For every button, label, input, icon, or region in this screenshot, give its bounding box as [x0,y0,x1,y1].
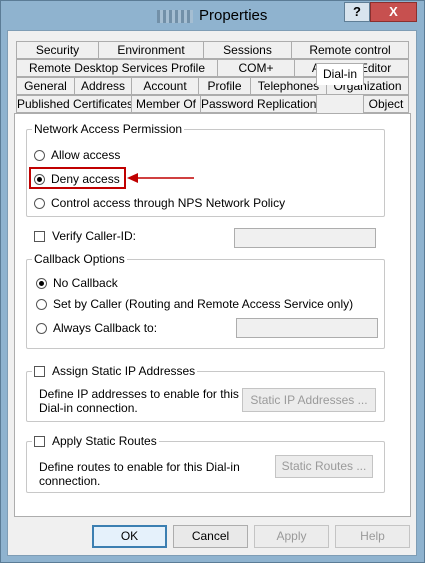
assign-static-ip-label: Assign Static IP Addresses [52,364,196,378]
network-access-legend: Network Access Permission [32,122,185,136]
static-routes-button[interactable]: Static Routes ... [275,455,373,478]
set-by-caller-label: Set by Caller (Routing and Remote Access… [53,297,354,311]
tab-security[interactable]: Security [16,41,99,59]
always-callback-option[interactable]: Always Callback to: [36,321,157,335]
help-title-button[interactable]: ? [344,2,370,22]
apply-static-routes-label: Apply Static Routes [52,434,157,448]
set-by-caller-radio[interactable] [36,298,47,310]
apply-button[interactable]: Apply [254,525,329,548]
tab-member-of[interactable]: Member Of [131,95,201,113]
no-callback-option[interactable]: No Callback [36,276,118,290]
always-callback-number-field[interactable] [236,318,378,338]
window-title: Properties [199,7,268,24]
close-button[interactable]: X [370,2,417,22]
apply-static-routes-option[interactable]: Apply Static Routes [32,434,159,448]
tab-password-replication[interactable]: Password Replication [200,95,317,113]
tab-remote-control[interactable]: Remote control [291,41,409,59]
tab-remote-desktop-services-profile[interactable]: Remote Desktop Services Profile [16,59,218,77]
title-bar[interactable]: Properties ? X [1,1,424,31]
help-button[interactable]: Help [335,525,410,548]
annotation-arrow-icon [127,173,194,183]
callback-options-legend: Callback Options [32,252,127,266]
no-callback-label: No Callback [53,276,118,290]
tab-address[interactable]: Address [74,77,132,95]
static-routes-description-line1: Define routes to enable for this Dial-in [39,460,240,474]
allow-access-radio[interactable] [34,149,45,161]
allow-access-label: Allow access [51,148,121,162]
static-ip-description-line2: Dial-in connection. [39,401,138,415]
tab-general[interactable]: General [16,77,75,95]
set-by-caller-option[interactable]: Set by Caller (Routing and Remote Access… [36,297,353,311]
nps-policy-option[interactable]: Control access through NPS Network Polic… [34,196,285,210]
cancel-button[interactable]: Cancel [173,525,248,548]
apply-static-routes-checkbox[interactable] [34,435,45,447]
tab-dial-in[interactable]: Dial-in [316,63,364,85]
tab-sessions[interactable]: Sessions [203,41,292,59]
deny-access-highlight-box [29,167,126,189]
nps-policy-label: Control access through NPS Network Polic… [51,196,286,210]
tab-account[interactable]: Account [131,77,199,95]
tab-published-certificates[interactable]: Published Certificates [16,95,133,113]
verify-caller-id-checkbox[interactable] [34,230,45,242]
verify-caller-id-label: Verify Caller-ID: [52,229,137,243]
always-callback-radio[interactable] [36,322,47,334]
assign-static-ip-option[interactable]: Assign Static IP Addresses [32,364,198,378]
allow-access-option[interactable]: Allow access [34,148,120,162]
static-ip-description: Define IP addresses to enable for this D… [39,387,239,415]
tab-com-plus[interactable]: COM+ [217,59,295,77]
verify-caller-id-option[interactable]: Verify Caller-ID: [34,229,136,243]
tab-object[interactable]: Object [363,95,409,113]
static-ip-description-line1: Define IP addresses to enable for this [39,387,239,401]
assign-static-ip-checkbox[interactable] [34,365,45,377]
caller-id-field[interactable] [234,228,376,248]
ok-button[interactable]: OK [92,525,167,548]
no-callback-radio[interactable] [36,277,47,289]
blurred-account-name [157,10,193,23]
nps-policy-radio[interactable] [34,197,45,209]
tab-environment[interactable]: Environment [98,41,204,59]
static-routes-description-line2: connection. [39,474,101,488]
tab-profile[interactable]: Profile [198,77,251,95]
always-callback-label: Always Callback to: [53,321,158,335]
static-ip-addresses-button[interactable]: Static IP Addresses ... [242,388,376,412]
static-routes-description: Define routes to enable for this Dial-in… [39,460,240,488]
